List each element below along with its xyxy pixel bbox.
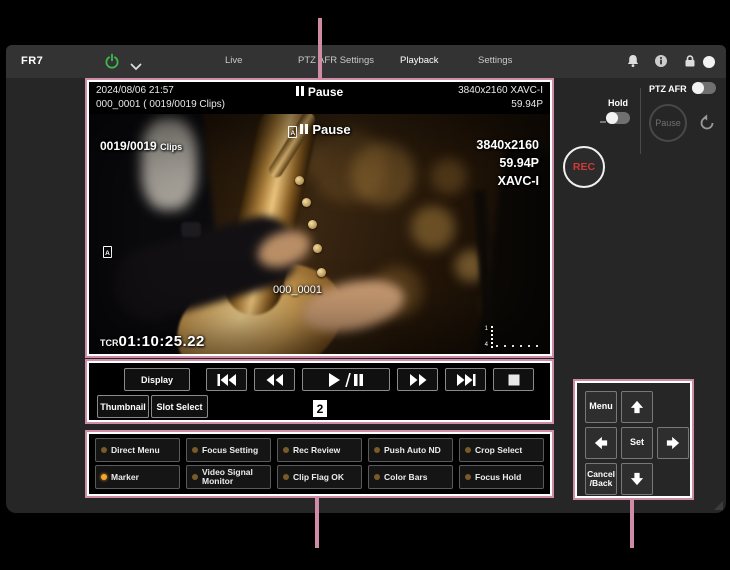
lock-icon bbox=[683, 54, 697, 73]
led-indicator bbox=[283, 447, 289, 453]
stop-icon bbox=[508, 374, 520, 386]
clip-name-info: 000_0001 ( 0019/0019 Clips) bbox=[96, 99, 225, 110]
arrow-down-button[interactable] bbox=[621, 463, 653, 495]
power-icon[interactable] bbox=[104, 53, 120, 74]
stop-button[interactable] bbox=[493, 368, 534, 391]
assign-button-direct-menu[interactable]: Direct Menu bbox=[95, 438, 180, 462]
skip-back-icon bbox=[217, 374, 237, 386]
top-bar: FR7 Live PTZ AFR Settings Playback Setti… bbox=[6, 45, 726, 78]
reset-icon[interactable] bbox=[697, 113, 717, 138]
tab-playback[interactable]: Playback bbox=[400, 55, 439, 66]
arrow-left-button[interactable] bbox=[585, 427, 617, 459]
cancel-back-button[interactable]: Cancel /Back bbox=[585, 463, 617, 495]
arrow-up-icon bbox=[630, 400, 644, 414]
chevron-down-icon[interactable] bbox=[130, 58, 142, 76]
annotation-marker-2: 2 bbox=[313, 400, 327, 417]
play-pause-icon bbox=[328, 373, 364, 387]
led-indicator bbox=[192, 474, 198, 480]
assignable-button-panel: Direct Menu Focus Setting Rec Review Pus… bbox=[89, 434, 550, 494]
framerate-info: 59.94P bbox=[511, 99, 543, 110]
video-frame[interactable]: APause 0019/0019 Clips 3840x2160 59.94P … bbox=[89, 114, 550, 354]
slot-select-button[interactable]: Slot Select bbox=[151, 395, 208, 418]
playback-viewer: 2024/08/06 21:57 3840x2160 XAVC-I Pause … bbox=[89, 82, 550, 354]
tab-ptz-afr-settings[interactable]: PTZ AFR Settings bbox=[298, 55, 374, 66]
fast-forward-button[interactable] bbox=[397, 368, 438, 391]
toggle-knob bbox=[703, 56, 715, 68]
led-indicator bbox=[374, 447, 380, 453]
resolution-overlay: 3840x2160 bbox=[476, 136, 539, 154]
ptz-afr-toggle[interactable] bbox=[692, 82, 716, 94]
assign-button-video-signal-monitor[interactable]: Video Signal Monitor bbox=[186, 465, 271, 489]
framerate-overlay: 59.94P bbox=[476, 154, 539, 172]
clip-counter-overlay: 0019/0019 Clips bbox=[100, 139, 182, 153]
assign-button-marker[interactable]: Marker bbox=[95, 465, 180, 489]
assign-button-crop-select[interactable]: Crop Select bbox=[459, 438, 544, 462]
bell-icon[interactable] bbox=[626, 54, 640, 73]
tab-live[interactable]: Live bbox=[225, 55, 242, 66]
assign-button-focus-setting[interactable]: Focus Setting bbox=[186, 438, 271, 462]
info-icon[interactable] bbox=[654, 54, 668, 73]
rewind-icon bbox=[266, 374, 284, 386]
codec-overlay: XAVC-I bbox=[476, 172, 539, 190]
assign-button-color-bars[interactable]: Color Bars bbox=[368, 465, 453, 489]
assign-button-clip-flag-ok[interactable]: Clip Flag OK bbox=[277, 465, 362, 489]
arrow-right-button[interactable] bbox=[657, 427, 689, 459]
led-indicator bbox=[465, 447, 471, 453]
assign-button-rec-review[interactable]: Rec Review bbox=[277, 438, 362, 462]
skip-forward-icon bbox=[456, 374, 476, 386]
led-indicator bbox=[101, 474, 107, 480]
thumbnail-button[interactable]: Thumbnail bbox=[97, 395, 149, 418]
menu-button[interactable]: Menu bbox=[585, 391, 617, 423]
annotation-line-bottom-right bbox=[630, 499, 634, 548]
pause-icon bbox=[300, 124, 308, 134]
skip-forward-button[interactable] bbox=[445, 368, 486, 391]
rewind-button[interactable] bbox=[254, 368, 295, 391]
hold-label: Hold bbox=[608, 98, 628, 108]
window-resize-grip bbox=[714, 501, 723, 510]
play-pause-button[interactable] bbox=[302, 368, 390, 391]
media-a-icon: A bbox=[288, 126, 297, 138]
led-indicator bbox=[192, 447, 198, 453]
arrow-down-icon bbox=[630, 472, 644, 486]
hold-toggle[interactable] bbox=[606, 112, 630, 124]
panel-divider bbox=[640, 88, 641, 154]
toggle-knob bbox=[692, 82, 704, 94]
led-indicator bbox=[101, 447, 107, 453]
annotation-line-bottom-left bbox=[315, 496, 319, 548]
skip-back-button[interactable] bbox=[206, 368, 247, 391]
tab-settings[interactable]: Settings bbox=[478, 55, 512, 66]
rec-button[interactable]: REC bbox=[563, 146, 605, 188]
timecode-overlay: TCR01:10:25.22 bbox=[100, 333, 205, 350]
app-title: FR7 bbox=[21, 55, 43, 67]
set-button[interactable]: Set bbox=[621, 427, 653, 459]
pause-icon bbox=[296, 86, 304, 96]
toggle-knob bbox=[606, 112, 618, 124]
playback-status: Pause bbox=[89, 85, 550, 99]
led-indicator bbox=[283, 474, 289, 480]
arrow-right-icon bbox=[666, 436, 680, 450]
arrow-up-button[interactable] bbox=[621, 391, 653, 423]
assign-button-push-auto-nd[interactable]: Push Auto ND bbox=[368, 438, 453, 462]
pause-button[interactable]: Pause bbox=[649, 104, 687, 142]
assign-button-focus-hold[interactable]: Focus Hold bbox=[459, 465, 544, 489]
audio-level-meter: 14 bbox=[485, 326, 540, 348]
led-indicator bbox=[374, 474, 380, 480]
rec-hold-connector bbox=[600, 121, 606, 123]
annotation-line-top bbox=[318, 18, 322, 80]
led-indicator bbox=[465, 474, 471, 480]
display-button[interactable]: Display bbox=[124, 368, 190, 391]
ptz-afr-label: PTZ AFR bbox=[649, 84, 687, 94]
media-a-icon: A bbox=[103, 246, 112, 258]
format-overlay: 3840x2160 59.94P XAVC-I bbox=[476, 136, 539, 190]
fast-forward-icon bbox=[409, 374, 427, 386]
clip-name-overlay: 000_0001 bbox=[273, 284, 322, 296]
media-a-indicator: A bbox=[103, 241, 115, 259]
arrow-left-icon bbox=[594, 436, 608, 450]
